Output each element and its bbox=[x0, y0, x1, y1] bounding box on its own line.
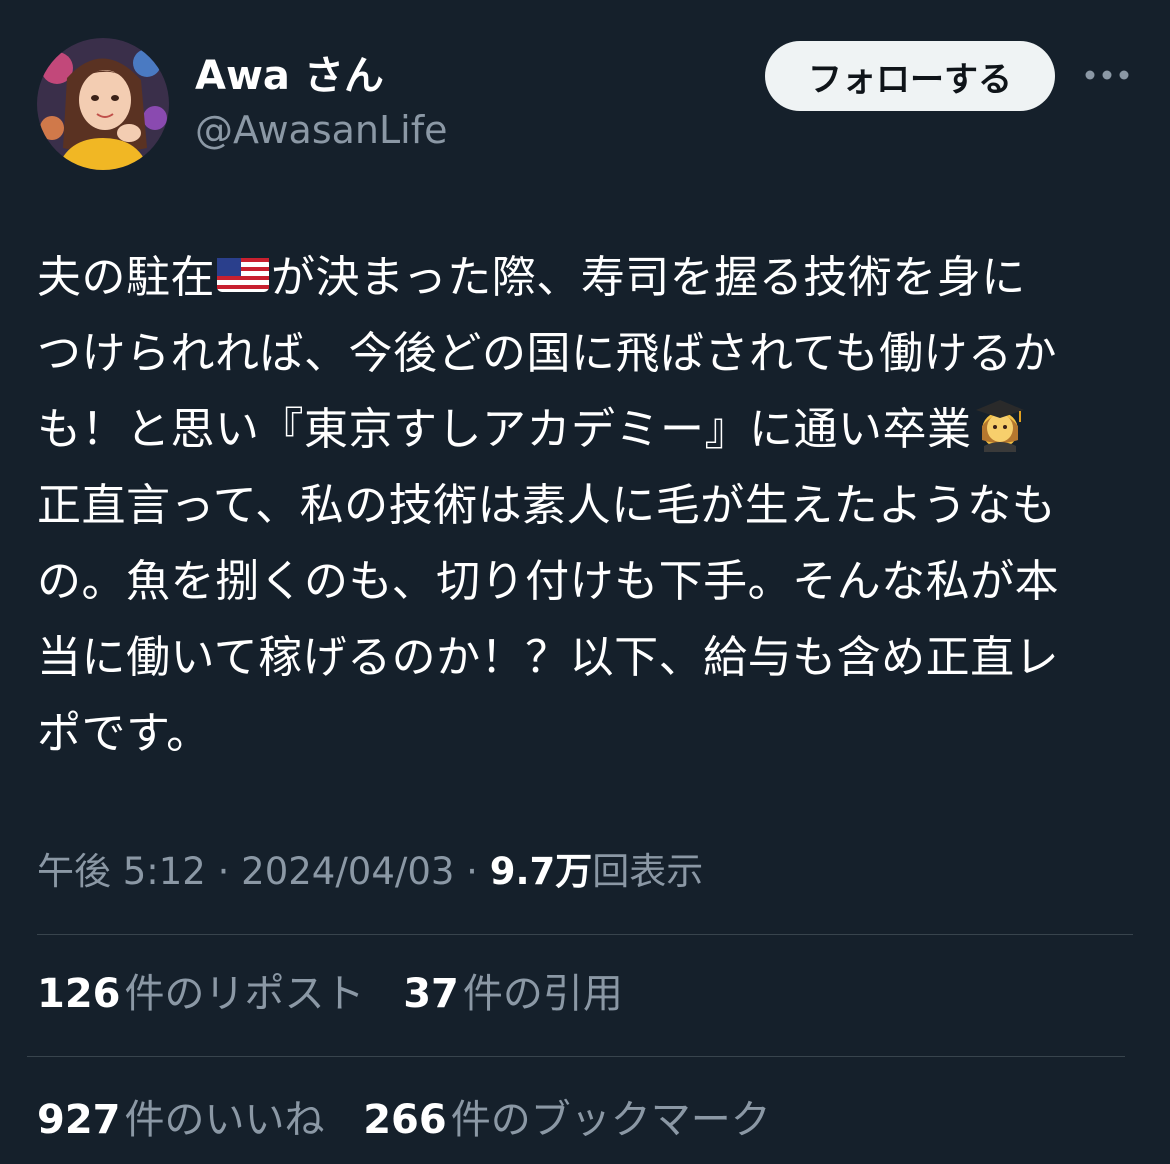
stats-row-1: 126 件のリポスト 37 件の引用 bbox=[37, 964, 649, 1024]
tweet-date[interactable]: 2024/04/03 bbox=[241, 850, 454, 893]
reposts-label: 件のリポスト bbox=[124, 971, 365, 1017]
reposts-stat[interactable]: 126 件のリポスト bbox=[37, 964, 365, 1024]
divider bbox=[27, 1056, 1125, 1057]
display-name[interactable]: Awa さん bbox=[195, 50, 447, 102]
graduate-woman-emoji bbox=[972, 396, 1028, 452]
reposts-count: 126 bbox=[37, 971, 121, 1017]
more-horizontal-icon[interactable] bbox=[1084, 60, 1130, 90]
views-count: 9.7万 bbox=[489, 850, 593, 893]
meta-separator: · bbox=[205, 850, 242, 893]
views-label: 回表示 bbox=[592, 850, 704, 893]
meta-separator: · bbox=[454, 850, 490, 893]
quotes-stat[interactable]: 37 件の引用 bbox=[403, 964, 623, 1024]
bookmarks-label: 件のブックマーク bbox=[450, 1097, 771, 1143]
likes-count: 927 bbox=[37, 1097, 121, 1143]
tweet-line: も！と思い『東京すしアカデミー』に通い卒業 bbox=[37, 392, 1137, 468]
tweet-line: 当に働いて稼げるのか！？以下、給与も含め正直レ bbox=[37, 632, 1060, 683]
follow-button[interactable]: フォローする bbox=[765, 41, 1055, 111]
tweet-line: つけられれば、今後どの国に飛ばされても働けるか bbox=[37, 328, 1057, 379]
us-flag-emoji bbox=[215, 248, 271, 298]
tweet-line: ポです。 bbox=[37, 708, 211, 759]
tweet-line: 夫の駐在 が決まった際、寿司を握る技術を身に bbox=[37, 240, 1137, 316]
stats-row-2: 927 件のいいね 266 件のブックマーク bbox=[37, 1090, 797, 1150]
author-info[interactable]: Awa さん @AwasanLife bbox=[195, 50, 447, 156]
bookmarks-stat[interactable]: 266 件のブックマーク bbox=[363, 1090, 771, 1150]
likes-stat[interactable]: 927 件のいいね bbox=[37, 1090, 325, 1150]
tweet-time[interactable]: 午後 5:12 bbox=[37, 850, 206, 893]
user-handle[interactable]: @AwasanLife bbox=[195, 104, 447, 156]
divider bbox=[37, 934, 1133, 935]
tweet-line: の。魚を捌くのも、切り付けも下手。そんな私が本 bbox=[37, 556, 1060, 607]
woman-portrait-avatar bbox=[37, 38, 169, 170]
avatar[interactable] bbox=[37, 38, 169, 170]
quotes-label: 件の引用 bbox=[462, 971, 623, 1017]
tweet-line: 正直言って、私の技術は素人に毛が生えたようなも bbox=[37, 480, 1057, 531]
likes-label: 件のいいね bbox=[124, 1097, 325, 1143]
tweet-meta: 午後 5:12 · 2024/04/03 · 9.7万回表示 bbox=[37, 844, 703, 900]
bookmarks-count: 266 bbox=[363, 1097, 447, 1143]
tweet-text: 夫の駐在 が決まった際、寿司を握る技術を身に つけられれば、今後どの国に飛ばされて… bbox=[37, 240, 1137, 772]
quotes-count: 37 bbox=[403, 971, 459, 1017]
